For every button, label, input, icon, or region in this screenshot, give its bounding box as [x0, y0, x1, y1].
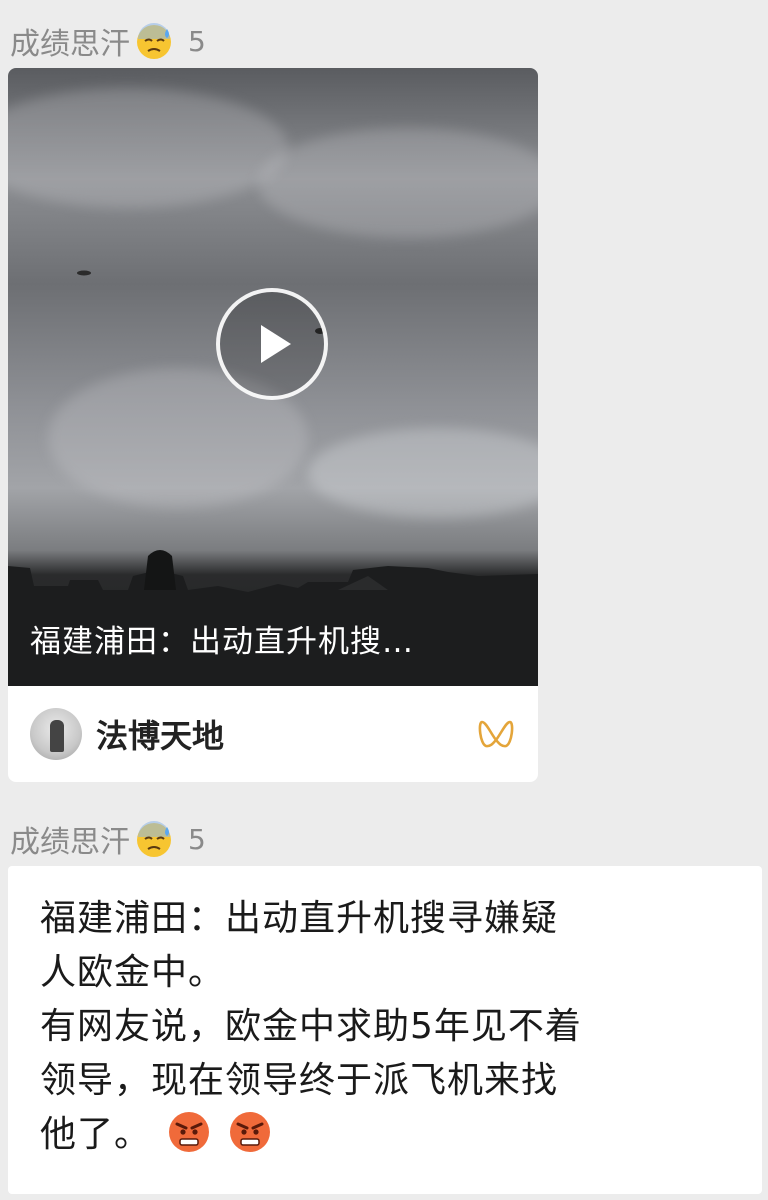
- sender-count: 5: [188, 822, 206, 856]
- sender-row: 成绩思汗 5: [10, 18, 206, 64]
- sender-row: 成绩思汗 5: [10, 816, 206, 862]
- channels-icon[interactable]: [476, 714, 516, 754]
- message-line: 他了。: [40, 1114, 152, 1155]
- message-line: 有网友说，欧金中求助5年见不着: [40, 1006, 582, 1047]
- video-caption: 福建浦田：出动直升机搜…: [30, 624, 414, 660]
- message-line-last: 他了。: [40, 1108, 740, 1162]
- account-name[interactable]: 法博天地: [96, 711, 224, 757]
- video-thumbnail[interactable]: 福建浦田：出动直升机搜…: [8, 68, 538, 686]
- play-icon: [261, 325, 291, 363]
- sender-name: 成绩思汗: [10, 825, 130, 860]
- sweat-face-icon: [137, 23, 171, 59]
- helicopter-icon: [77, 270, 91, 276]
- sweat-face-icon: [137, 821, 171, 857]
- play-button[interactable]: [216, 288, 328, 400]
- video-card[interactable]: 福建浦田：出动直升机搜… 法博天地: [8, 68, 538, 782]
- message-line: 领导，现在领导终于派飞机来找: [40, 1060, 559, 1101]
- message-line: 福建浦田：出动直升机搜寻嫌疑: [40, 898, 559, 939]
- message-text: 福建浦田：出动直升机搜寻嫌疑 人欧金中。 有网友说，欧金中求助5年见不着 领导，…: [40, 892, 740, 1162]
- card-footer[interactable]: 法博天地: [8, 686, 538, 782]
- text-message-bubble[interactable]: 福建浦田：出动直升机搜寻嫌疑 人欧金中。 有网友说，欧金中求助5年见不着 领导，…: [8, 866, 762, 1194]
- message-line: 人欧金中。: [40, 952, 226, 993]
- angry-face-icon: [169, 1112, 210, 1152]
- angry-face-icon: [229, 1112, 270, 1152]
- sender-count: 5: [188, 24, 206, 58]
- account-avatar[interactable]: [30, 708, 82, 760]
- sender-name: 成绩思汗: [10, 27, 130, 62]
